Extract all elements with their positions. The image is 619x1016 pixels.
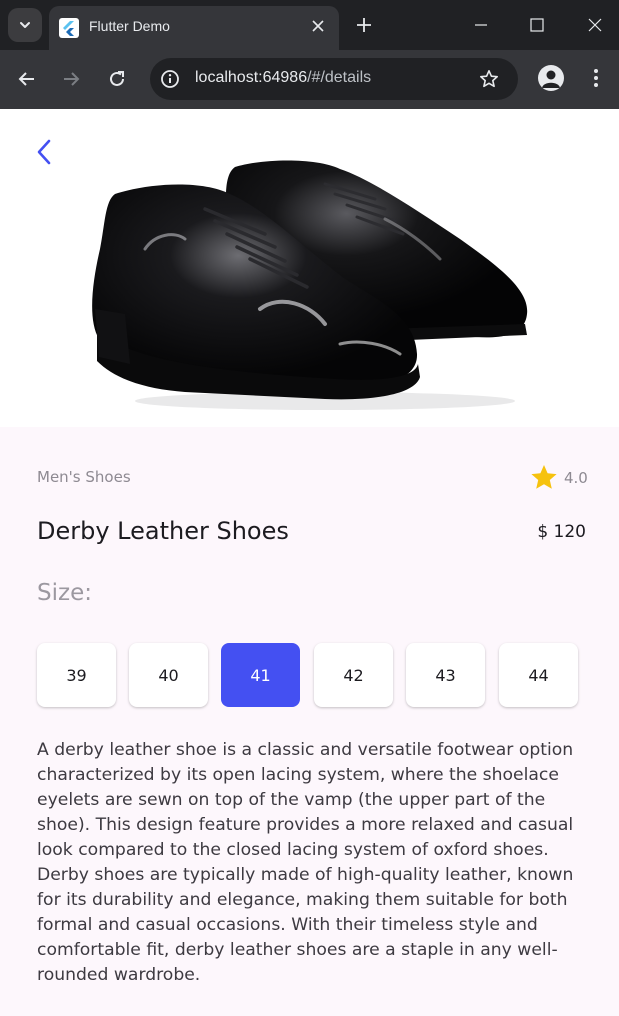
size-option[interactable]: 40 <box>129 643 208 707</box>
maximize-icon <box>530 18 544 32</box>
tab-search-button[interactable] <box>8 8 42 42</box>
product-title: Derby Leather Shoes <box>37 517 289 545</box>
url-text: localhost:64986/#/details <box>195 69 371 87</box>
size-option[interactable]: 44 <box>499 643 578 707</box>
close-icon <box>312 20 324 32</box>
product-category: Men's Shoes <box>37 468 131 486</box>
tab-title: Flutter Demo <box>89 18 170 34</box>
kebab-icon <box>594 69 598 87</box>
back-button[interactable] <box>28 135 60 169</box>
rating-value: 4.0 <box>564 468 588 487</box>
browser-toolbar: localhost:64986/#/details <box>0 50 619 109</box>
minimize-icon <box>475 24 487 26</box>
site-info-button[interactable] <box>158 67 182 91</box>
reload-icon <box>110 71 124 86</box>
arrow-left-icon <box>18 72 34 86</box>
account-icon[interactable] <box>538 65 564 91</box>
product-image <box>92 160 528 410</box>
close-icon <box>588 18 602 32</box>
browser-tab-bar: Flutter Demo <box>0 0 619 50</box>
chevron-down-icon <box>20 22 30 28</box>
product-image-area <box>0 109 619 427</box>
close-tab-button[interactable] <box>308 16 328 36</box>
plus-icon <box>357 18 371 32</box>
back-nav-button[interactable] <box>14 66 40 92</box>
new-tab-button[interactable] <box>352 13 376 37</box>
reload-button[interactable] <box>104 66 130 92</box>
info-icon <box>161 70 179 88</box>
maximize-button[interactable] <box>525 13 549 37</box>
size-option[interactable]: 39 <box>37 643 116 707</box>
size-option[interactable]: 42 <box>314 643 393 707</box>
product-rating: 4.0 <box>530 464 588 491</box>
close-window-button[interactable] <box>583 13 607 37</box>
size-label: Size: <box>37 580 92 606</box>
size-selector: 39 40 41 42 43 44 <box>37 643 582 707</box>
minimize-button[interactable] <box>469 13 493 37</box>
size-option-selected[interactable]: 41 <box>221 643 300 707</box>
flutter-icon <box>59 18 79 38</box>
address-bar[interactable]: localhost:64986/#/details <box>150 58 518 100</box>
url-path: /#/details <box>307 69 372 86</box>
size-option[interactable]: 43 <box>406 643 485 707</box>
star-icon <box>531 465 557 489</box>
url-host: localhost:64986 <box>195 69 308 86</box>
browser-tab[interactable]: Flutter Demo <box>49 6 339 50</box>
bookmark-button[interactable] <box>477 67 501 91</box>
forward-nav-button[interactable] <box>58 66 84 92</box>
product-description: A derby leather shoe is a classic and ve… <box>37 740 574 985</box>
browser-menu-button[interactable] <box>584 65 608 91</box>
star-outline-icon <box>480 70 498 88</box>
arrow-right-icon <box>64 72 80 86</box>
product-price: $ 120 <box>537 522 586 542</box>
chevron-left-icon <box>37 139 51 165</box>
